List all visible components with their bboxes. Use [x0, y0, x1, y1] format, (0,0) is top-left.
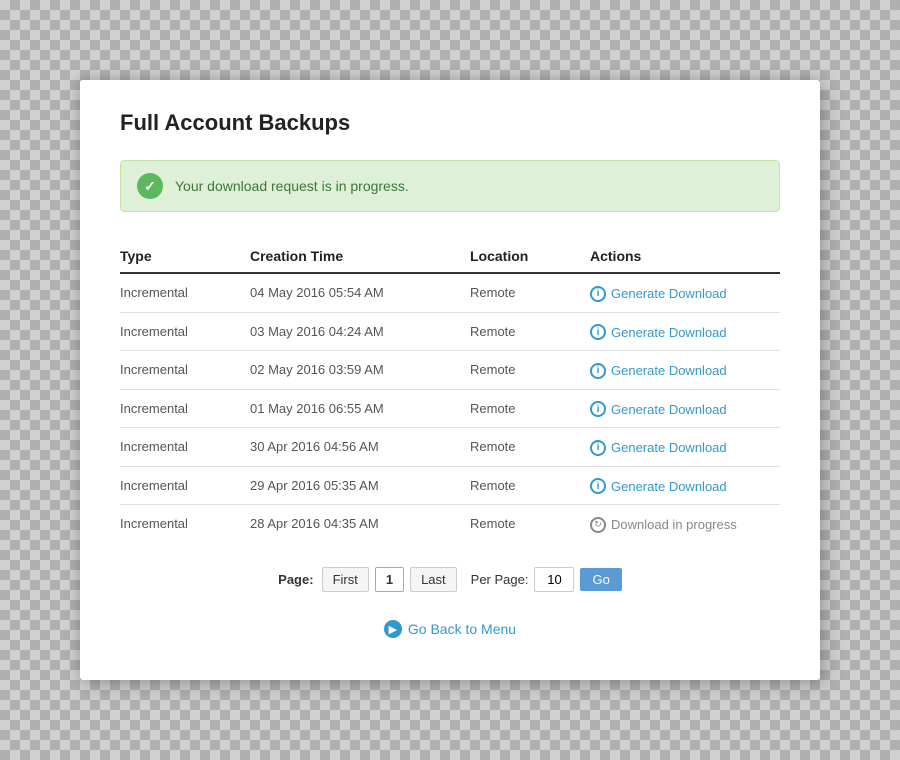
- generate-download-link[interactable]: i Generate Download: [590, 401, 727, 417]
- cell-creation: 29 Apr 2016 05:35 AM: [250, 466, 470, 505]
- cell-location: Remote: [470, 312, 590, 351]
- back-arrow-icon: ▶: [384, 620, 402, 638]
- current-page-button[interactable]: 1: [375, 567, 404, 592]
- col-header-creation: Creation Time: [250, 240, 470, 273]
- cell-location: Remote: [470, 389, 590, 428]
- generate-download-link[interactable]: i Generate Download: [590, 478, 727, 494]
- cell-type: Incremental: [120, 505, 250, 543]
- table-header-row: Type Creation Time Location Actions: [120, 240, 780, 273]
- generate-download-link[interactable]: i Generate Download: [590, 324, 727, 340]
- cell-creation: 30 Apr 2016 04:56 AM: [250, 428, 470, 467]
- cell-type: Incremental: [120, 273, 250, 312]
- cell-actions: i Generate Download: [590, 351, 780, 390]
- table-row: Incremental28 Apr 2016 04:35 AMRemote↻ Do…: [120, 505, 780, 543]
- generate-download-link[interactable]: i Generate Download: [590, 363, 727, 379]
- per-page-input[interactable]: [534, 567, 574, 592]
- info-icon: i: [590, 363, 606, 379]
- cell-location: Remote: [470, 273, 590, 312]
- success-icon: [137, 173, 163, 199]
- generate-download-link[interactable]: i Generate Download: [590, 286, 727, 302]
- pagination-bar: Page: First 1 Last Per Page: Go: [120, 567, 780, 592]
- info-icon: i: [590, 478, 606, 494]
- cell-actions: i Generate Download: [590, 389, 780, 428]
- col-header-location: Location: [470, 240, 590, 273]
- info-icon: i: [590, 286, 606, 302]
- generate-download-label: Generate Download: [611, 286, 727, 301]
- cell-actions: i Generate Download: [590, 428, 780, 467]
- col-header-actions: Actions: [590, 240, 780, 273]
- progress-icon: ↻: [590, 517, 606, 533]
- generate-download-label: Generate Download: [611, 479, 727, 494]
- cell-creation: 28 Apr 2016 04:35 AM: [250, 505, 470, 543]
- table-row: Incremental30 Apr 2016 04:56 AMRemotei Ge…: [120, 428, 780, 467]
- table-row: Incremental03 May 2016 04:24 AMRemotei Ge…: [120, 312, 780, 351]
- table-row: Incremental04 May 2016 05:54 AMRemotei Ge…: [120, 273, 780, 312]
- cell-type: Incremental: [120, 389, 250, 428]
- generate-download-label: Generate Download: [611, 363, 727, 378]
- main-card: Full Account Backups Your download reque…: [80, 80, 820, 680]
- cell-location: Remote: [470, 505, 590, 543]
- go-button[interactable]: Go: [580, 568, 621, 591]
- table-row: Incremental02 May 2016 03:59 AMRemotei Ge…: [120, 351, 780, 390]
- cell-actions: i Generate Download: [590, 466, 780, 505]
- cell-type: Incremental: [120, 312, 250, 351]
- col-header-type: Type: [120, 240, 250, 273]
- cell-creation: 01 May 2016 06:55 AM: [250, 389, 470, 428]
- first-page-button[interactable]: First: [322, 567, 369, 592]
- backups-table: Type Creation Time Location Actions Incr…: [120, 240, 780, 543]
- cell-actions: ↻ Download in progress: [590, 505, 780, 543]
- cell-type: Incremental: [120, 351, 250, 390]
- info-icon: i: [590, 440, 606, 456]
- cell-location: Remote: [470, 466, 590, 505]
- generate-download-label: Generate Download: [611, 440, 727, 455]
- cell-actions: i Generate Download: [590, 312, 780, 351]
- progress-label: Download in progress: [611, 517, 737, 532]
- info-icon: i: [590, 324, 606, 340]
- page-title: Full Account Backups: [120, 110, 780, 136]
- info-icon: i: [590, 401, 606, 417]
- cell-type: Incremental: [120, 466, 250, 505]
- table-row: Incremental29 Apr 2016 05:35 AMRemotei Ge…: [120, 466, 780, 505]
- alert-message: Your download request is in progress.: [175, 178, 409, 194]
- success-alert: Your download request is in progress.: [120, 160, 780, 212]
- generate-download-label: Generate Download: [611, 325, 727, 340]
- generate-download-link[interactable]: i Generate Download: [590, 440, 727, 456]
- last-page-button[interactable]: Last: [410, 567, 457, 592]
- download-in-progress: ↻ Download in progress: [590, 517, 737, 533]
- table-row: Incremental01 May 2016 06:55 AMRemotei Ge…: [120, 389, 780, 428]
- back-to-menu-link[interactable]: ▶ Go Back to Menu: [384, 620, 516, 638]
- cell-type: Incremental: [120, 428, 250, 467]
- back-link-container: ▶ Go Back to Menu: [120, 620, 780, 639]
- cell-creation: 03 May 2016 04:24 AM: [250, 312, 470, 351]
- cell-actions: i Generate Download: [590, 273, 780, 312]
- cell-creation: 04 May 2016 05:54 AM: [250, 273, 470, 312]
- per-page-label: Per Page:: [471, 572, 529, 587]
- generate-download-label: Generate Download: [611, 402, 727, 417]
- page-label: Page:: [278, 572, 313, 587]
- cell-creation: 02 May 2016 03:59 AM: [250, 351, 470, 390]
- back-link-label: Go Back to Menu: [408, 621, 516, 637]
- cell-location: Remote: [470, 351, 590, 390]
- cell-location: Remote: [470, 428, 590, 467]
